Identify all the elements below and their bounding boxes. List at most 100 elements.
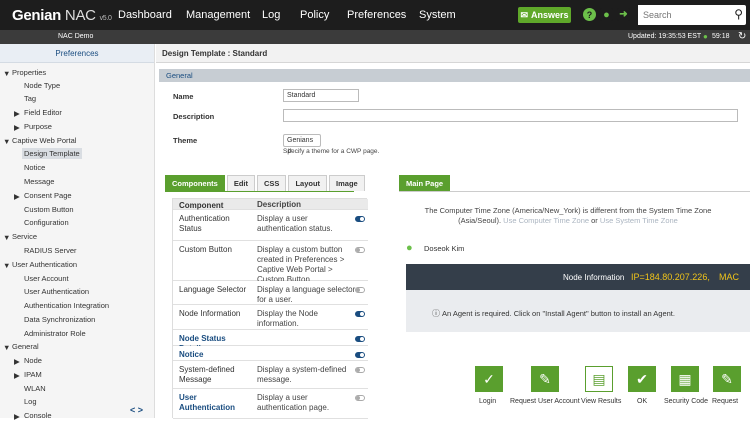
security-code-button[interactable]: ▦ bbox=[671, 366, 699, 392]
sidebar-item[interactable]: Data Synchronization bbox=[24, 315, 95, 324]
chat-icon: ✉ bbox=[520, 9, 528, 20]
header-description: Description bbox=[257, 200, 302, 209]
sidebar-item[interactable]: Console bbox=[24, 411, 52, 420]
sidebar-item[interactable]: Custom Button bbox=[24, 205, 74, 214]
sidebar-item[interactable]: Log bbox=[24, 397, 37, 406]
component-toggle[interactable] bbox=[355, 247, 365, 253]
logout-icon[interactable]: ➜ bbox=[617, 8, 630, 21]
sidebar-item[interactable]: Node Type bbox=[24, 81, 60, 90]
component-toggle[interactable] bbox=[355, 367, 365, 373]
app-logo[interactable]: Genian NAC v5.0 bbox=[12, 7, 112, 24]
expand-right-icon[interactable]: ▶ bbox=[14, 109, 20, 118]
expand-right-icon[interactable]: ▶ bbox=[14, 123, 20, 132]
component-name: System-defined Message bbox=[179, 365, 235, 384]
sidebar-item[interactable]: Field Editor bbox=[24, 108, 62, 117]
sidebar-item[interactable]: General bbox=[12, 342, 39, 351]
sidebar-item[interactable]: Service bbox=[12, 232, 37, 241]
sidebar-item[interactable]: IPAM bbox=[24, 370, 42, 379]
component-toggle[interactable] bbox=[355, 216, 365, 222]
sidebar-item[interactable]: User Authentication bbox=[12, 260, 77, 269]
component-row[interactable]: Node Information Display the Node informa… bbox=[173, 305, 368, 330]
nav-policy[interactable]: Policy bbox=[300, 9, 329, 21]
ok-button[interactable]: ✔ bbox=[628, 366, 656, 392]
nav-dashboard[interactable]: Dashboard bbox=[118, 9, 172, 21]
component-toggle[interactable] bbox=[355, 395, 365, 401]
request-label: Request bbox=[712, 398, 739, 405]
expand-down-icon[interactable]: ▼ bbox=[3, 137, 10, 146]
sidebar-item[interactable]: Authentication Integration bbox=[24, 301, 109, 310]
component-toggle[interactable] bbox=[355, 287, 365, 293]
sidebar-item[interactable]: Design Template bbox=[22, 148, 82, 159]
info-icon: ⓘ bbox=[432, 309, 440, 318]
use-computer-tz-link[interactable]: Use Computer Time Zone bbox=[503, 216, 589, 225]
sidebar-item[interactable]: Purpose bbox=[24, 122, 52, 131]
tab-components[interactable]: Components bbox=[165, 175, 225, 191]
sidebar-item[interactable]: Notice bbox=[24, 163, 45, 172]
sidebar-item[interactable]: User Authentication bbox=[24, 287, 89, 296]
component-toggle[interactable] bbox=[355, 311, 365, 317]
sidebar-item[interactable]: Configuration bbox=[24, 218, 69, 227]
sidebar-item[interactable]: Consent Page bbox=[24, 191, 72, 200]
description-field[interactable] bbox=[283, 109, 738, 122]
sidebar-item[interactable]: WLAN bbox=[24, 384, 46, 393]
user-icon[interactable]: ● bbox=[600, 8, 613, 21]
section-header: General bbox=[159, 69, 750, 82]
tab-main-page[interactable]: Main Page bbox=[399, 175, 451, 191]
nav-preferences[interactable]: Preferences bbox=[347, 9, 406, 21]
refresh-icon[interactable]: ↻ bbox=[738, 31, 746, 42]
component-row[interactable]: User Authentication Display a user authen… bbox=[173, 389, 368, 419]
request-button[interactable]: ✎ bbox=[713, 366, 741, 392]
help-icon[interactable]: ? bbox=[583, 8, 596, 21]
component-row[interactable]: Language Selector Display a language sele… bbox=[173, 281, 368, 305]
expand-right-icon[interactable]: ▶ bbox=[14, 357, 20, 366]
expand-right-icon[interactable]: ▶ bbox=[14, 371, 20, 380]
sidebar-item[interactable]: Node bbox=[24, 356, 42, 365]
login-button[interactable]: ✓ bbox=[475, 366, 503, 392]
top-navigation-bar: Genian NAC v5.0 Dashboard Management Log… bbox=[0, 0, 750, 30]
tab-image[interactable]: Image bbox=[329, 175, 365, 191]
collapse-toggle-icon[interactable]: < > bbox=[130, 405, 143, 415]
expand-down-icon[interactable]: ▼ bbox=[3, 233, 10, 242]
name-field[interactable]: Standard bbox=[283, 89, 359, 102]
preview-underline bbox=[399, 191, 750, 192]
component-row[interactable]: Custom Button Display a custom button cre… bbox=[173, 241, 368, 284]
sidebar-item[interactable]: User Account bbox=[24, 274, 69, 283]
main-content: Design Template : Standard General Name … bbox=[156, 44, 750, 419]
use-system-tz-link[interactable]: Use System Time Zone bbox=[600, 216, 678, 225]
tab-edit[interactable]: Edit bbox=[226, 175, 256, 191]
expand-down-icon[interactable]: ▼ bbox=[3, 343, 10, 352]
answers-button[interactable]: ✉ Answers bbox=[518, 7, 571, 23]
request-user-account-button[interactable]: ✎ bbox=[531, 366, 559, 392]
component-toggle[interactable] bbox=[355, 352, 365, 358]
agent-notice: ⓘ An Agent is required. Click on "Instal… bbox=[406, 290, 750, 332]
nav-log[interactable]: Log bbox=[262, 9, 280, 21]
sidebar-item[interactable]: Administrator Role bbox=[24, 329, 86, 338]
sidebar-item[interactable]: Captive Web Portal bbox=[12, 136, 76, 145]
timezone-notice: The Computer Time Zone (America/New_York… bbox=[386, 206, 750, 226]
sidebar-title: Preferences bbox=[0, 44, 154, 63]
nav-system[interactable]: System bbox=[419, 9, 456, 21]
search-icon[interactable]: ⚲ bbox=[734, 7, 743, 21]
expand-right-icon[interactable]: ▶ bbox=[14, 412, 20, 421]
sidebar-item[interactable]: Tag bbox=[24, 94, 36, 103]
theme-select[interactable]: Genians ⇵ bbox=[283, 134, 321, 155]
component-row[interactable]: Notice bbox=[173, 346, 368, 361]
sidebar-item[interactable]: Properties bbox=[12, 68, 46, 77]
agent-message: An Agent is required. Click on "Install … bbox=[442, 309, 675, 318]
search-input[interactable] bbox=[638, 5, 728, 25]
tab-layout[interactable]: Layout bbox=[288, 175, 328, 191]
expand-down-icon[interactable]: ▼ bbox=[3, 261, 10, 270]
component-row[interactable]: Node Status Details bbox=[173, 330, 368, 353]
logo-main: Genian bbox=[12, 7, 62, 24]
component-row[interactable]: System-defined Message Display a system-d… bbox=[173, 361, 368, 389]
component-row[interactable]: Authentication Status Display a user auth… bbox=[173, 210, 368, 241]
view-results-button[interactable]: ▤ bbox=[585, 366, 613, 392]
sidebar-item[interactable]: RADIUS Server bbox=[24, 246, 77, 255]
component-toggle[interactable] bbox=[355, 336, 365, 342]
sidebar-item[interactable]: Message bbox=[24, 177, 54, 186]
node-mac: MAC bbox=[719, 272, 739, 282]
expand-right-icon[interactable]: ▶ bbox=[14, 192, 20, 201]
expand-down-icon[interactable]: ▼ bbox=[3, 69, 10, 78]
tab-css[interactable]: CSS bbox=[257, 175, 287, 191]
nav-management[interactable]: Management bbox=[186, 9, 250, 21]
